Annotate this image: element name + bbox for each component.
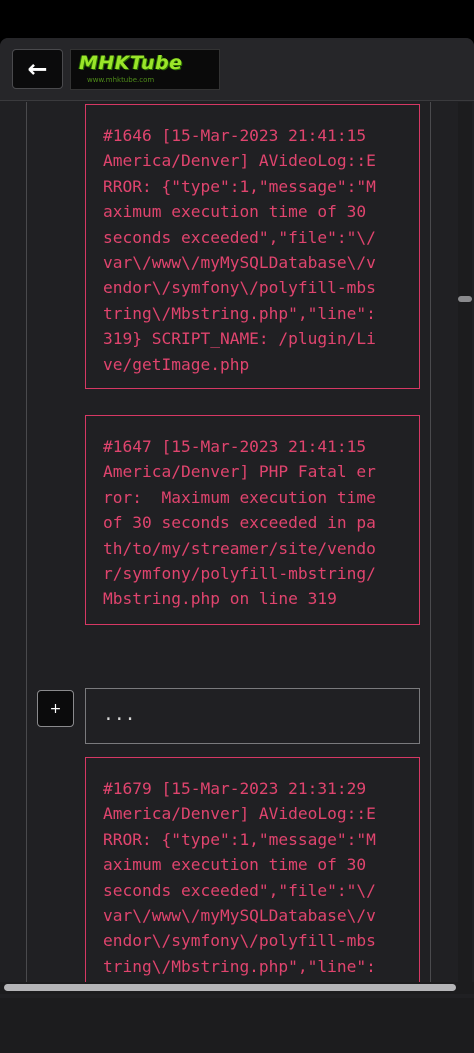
toolbar: ← MHKTube www.mhktube.com (0, 38, 474, 101)
logo-text: MHKTube (79, 52, 183, 74)
expand-button[interactable]: + (37, 690, 74, 727)
logo-subtext: www.mhktube.com (87, 76, 155, 84)
left-divider (26, 102, 27, 990)
ellipsis-text: ... (103, 704, 136, 725)
site-logo[interactable]: MHKTube www.mhktube.com (70, 49, 220, 90)
navigation-bar (0, 998, 474, 1053)
log-viewer[interactable]: #1646 [15-Mar-2023 21:41:15 America/Denv… (0, 102, 474, 990)
back-arrow-icon: ← (27, 55, 48, 83)
app-window: ← MHKTube www.mhktube.com #1646 [15-Mar-… (0, 38, 474, 998)
back-button[interactable]: ← (12, 49, 63, 89)
status-bar (0, 0, 474, 40)
log-entry: #1647 [15-Mar-2023 21:41:15 America/Denv… (85, 415, 420, 625)
log-entry: #1646 [15-Mar-2023 21:41:15 America/Denv… (85, 104, 420, 389)
log-entry: #1679 [15-Mar-2023 21:31:29 America/Denv… (85, 757, 420, 990)
collapsed-log-entry[interactable]: ... (85, 688, 420, 744)
plus-icon: + (49, 700, 62, 717)
horizontal-scroll-thumb[interactable] (4, 984, 456, 991)
right-divider (430, 102, 431, 990)
vertical-scroll-thumb[interactable] (458, 296, 472, 302)
vertical-scrollbar[interactable] (458, 102, 472, 990)
